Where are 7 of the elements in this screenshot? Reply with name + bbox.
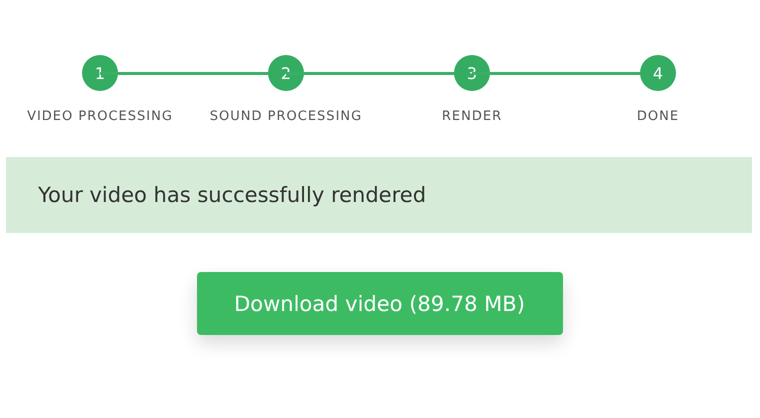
alert-message: Your video has successfully rendered <box>38 183 426 207</box>
step-label: VIDEO PROCESSING <box>27 109 173 124</box>
step-label: RENDER <box>442 109 502 124</box>
step-label: DONE <box>636 109 680 124</box>
step-label: SOUND PROCESSING <box>210 109 362 124</box>
step-circle: 4 <box>640 55 676 91</box>
download-button[interactable]: Download video (89.78 MB) <box>196 272 562 335</box>
